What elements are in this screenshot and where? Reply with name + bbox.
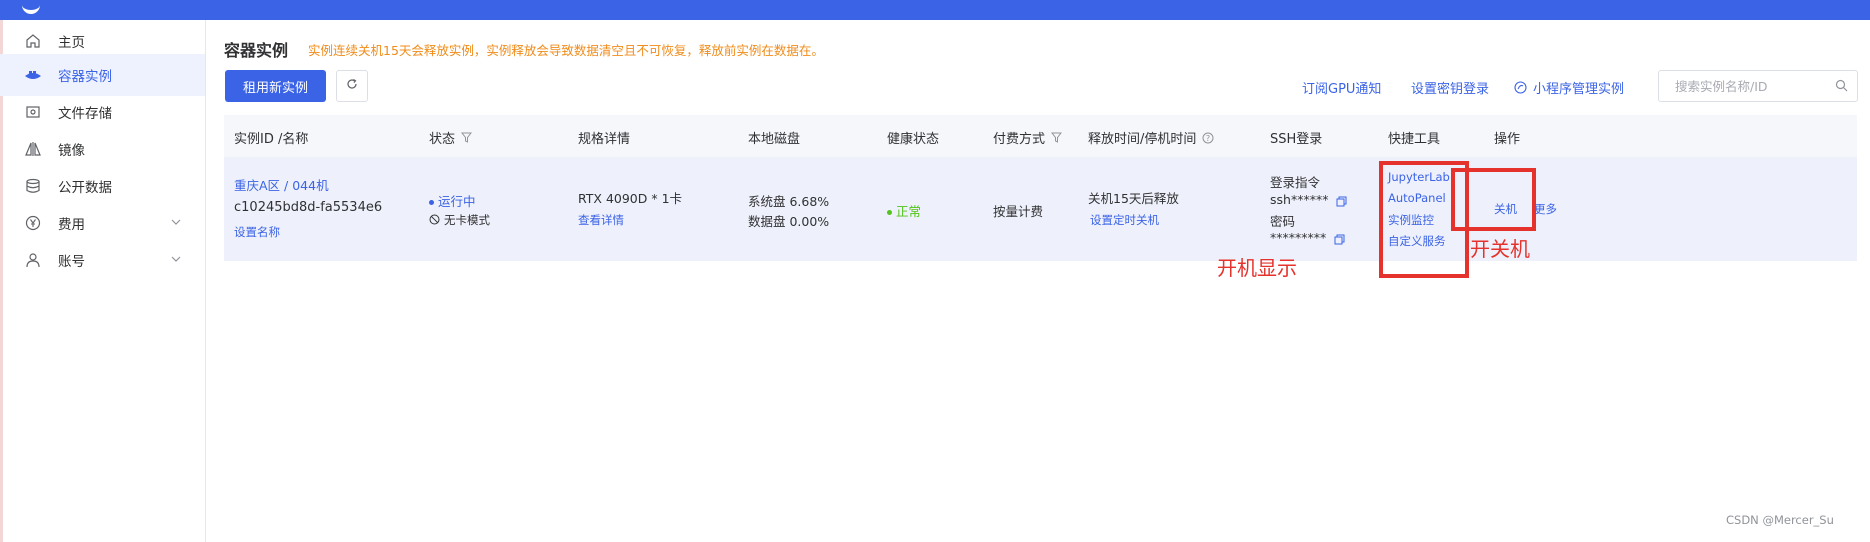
table-row: 重庆A区 / 044机 c10245bd8d-fa5534e6 设置名称 运行中…: [224, 157, 1857, 261]
database-icon: [24, 177, 42, 195]
main-content: 容器实例 实例连续关机15天会释放实例，实例释放会导致数据清空且不可恢复，释放前…: [206, 20, 1870, 542]
col-header-label: 付费方式: [993, 132, 1046, 147]
password-label: 密码: [1270, 214, 1296, 229]
logo-icon: [22, 0, 40, 14]
sidebar-item-label: 账号: [58, 254, 85, 270]
user-icon: [24, 251, 42, 269]
col-header-label: 释放时间/停机时间: [1088, 132, 1197, 147]
image-layers-icon: [24, 140, 42, 158]
actions-annotation: 开关机: [1470, 237, 1530, 261]
col-header-spec: 规格详情: [578, 132, 631, 147]
container-icon: [24, 66, 42, 84]
col-header-health: 健康状态: [887, 132, 940, 147]
sidebar-item-public-data[interactable]: 公开数据: [0, 165, 205, 207]
page-title: 容器实例: [224, 41, 289, 60]
rent-new-instance-button[interactable]: 租用新实例: [225, 70, 326, 102]
tools-annotation: 开机显示: [1217, 256, 1297, 280]
health-status: 正常: [887, 201, 921, 220]
col-header-disk: 本地磁盘: [748, 132, 801, 147]
copy-icon[interactable]: [1336, 195, 1347, 207]
home-icon: [24, 32, 42, 50]
col-header-actions: 操作: [1494, 132, 1521, 147]
health-dot-icon: [887, 210, 892, 215]
col-header-tools: 快捷工具: [1388, 132, 1441, 147]
forbidden-icon: [429, 214, 440, 228]
col-header-release: 释放时间/停机时间?: [1088, 128, 1214, 148]
table-header: 实例ID /名称 状态 规格详情 本地磁盘 健康状态 付费方式 释放时间/停机时…: [224, 115, 1857, 158]
actions-highlight-box: [1451, 168, 1536, 231]
gpu-spec: RTX 4090D * 1卡: [578, 191, 683, 206]
status-label: 运行中: [438, 194, 476, 209]
col-header-id: 实例ID /名称: [234, 132, 309, 147]
refresh-icon: [346, 78, 358, 94]
copy-icon[interactable]: [1334, 233, 1345, 245]
sidebar-item-images[interactable]: 镜像: [0, 128, 205, 170]
sidebar-item-label: 主页: [58, 35, 85, 51]
svg-text:?: ?: [1206, 134, 1210, 143]
col-header-billing: 付费方式: [993, 128, 1063, 147]
sidebar-item-label: 公开数据: [58, 180, 112, 196]
refresh-button[interactable]: [336, 70, 368, 102]
col-header-status: 状态: [429, 128, 473, 147]
miniprogram-icon: [1514, 81, 1527, 98]
mini-program-link[interactable]: 小程序管理实例: [1514, 78, 1624, 98]
col-header-ssh: SSH登录: [1270, 132, 1323, 147]
instance-name-link[interactable]: 重庆A区 / 044机: [234, 175, 329, 194]
sidebar-item-label: 费用: [58, 217, 85, 233]
sidebar-item-containers[interactable]: 容器实例: [0, 54, 205, 96]
data-disk-usage: 数据盘 0.00%: [748, 214, 830, 229]
storage-icon: [24, 103, 42, 121]
gpu-notify-link[interactable]: 订阅GPU通知: [1302, 78, 1381, 97]
search-icon[interactable]: [1835, 79, 1849, 93]
sidebar-item-label: 镜像: [58, 143, 85, 159]
key-login-link[interactable]: 设置密钥登录: [1411, 78, 1489, 97]
system-disk-usage: 系统盘 6.68%: [748, 194, 830, 209]
help-icon[interactable]: ?: [1202, 132, 1214, 148]
watermark: CSDN @Mercer_Su: [1726, 513, 1834, 527]
view-details-link[interactable]: 查看详情: [578, 212, 624, 228]
top-header-bar: [0, 0, 1870, 20]
filter-icon[interactable]: [1050, 132, 1063, 147]
set-shutdown-link[interactable]: 设置定时关机: [1090, 212, 1159, 228]
sidebar-item-label: 容器实例: [58, 69, 112, 85]
ssh-command-value: ssh******: [1270, 192, 1329, 207]
instance-id: c10245bd8d-fa5534e6: [234, 200, 383, 215]
ssh-login-label: 登录指令: [1270, 175, 1321, 190]
ssh-command: ssh******: [1270, 192, 1347, 207]
status-dot-icon: [429, 200, 434, 205]
more-button[interactable]: 更多: [1534, 201, 1557, 217]
instance-search-box[interactable]: [1658, 70, 1858, 102]
release-notice: 实例连续关机15天会释放实例，实例释放会导致数据清空且不可恢复，释放前实例在数据…: [308, 43, 824, 58]
set-name-link[interactable]: 设置名称: [234, 224, 280, 240]
release-time: 关机15天后释放: [1088, 191, 1179, 206]
chevron-down-icon: [170, 253, 184, 267]
sidebar-item-billing[interactable]: 费用: [0, 202, 205, 244]
billing-mode: 按量计费: [993, 204, 1044, 219]
sidebar: 主页 容器实例 文件存储 镜像 公开数据 费用 账号: [0, 20, 206, 542]
chevron-down-icon: [170, 216, 184, 230]
health-label: 正常: [896, 204, 922, 219]
sidebar-item-file-storage[interactable]: 文件存储: [0, 91, 205, 133]
password-masked: *********: [1270, 230, 1327, 245]
filter-icon[interactable]: [460, 132, 473, 147]
password-value: *********: [1270, 230, 1345, 245]
mini-program-label: 小程序管理实例: [1533, 82, 1625, 97]
mode-label: 无卡模式: [444, 213, 490, 227]
search-input[interactable]: [1673, 78, 1827, 95]
status-running: 运行中: [429, 191, 476, 210]
sidebar-item-label: 文件存储: [58, 106, 112, 122]
col-header-label: 状态: [429, 132, 456, 147]
no-card-mode: 无卡模式: [429, 212, 490, 228]
sidebar-item-account[interactable]: 账号: [0, 239, 205, 281]
yen-icon: [24, 214, 42, 232]
